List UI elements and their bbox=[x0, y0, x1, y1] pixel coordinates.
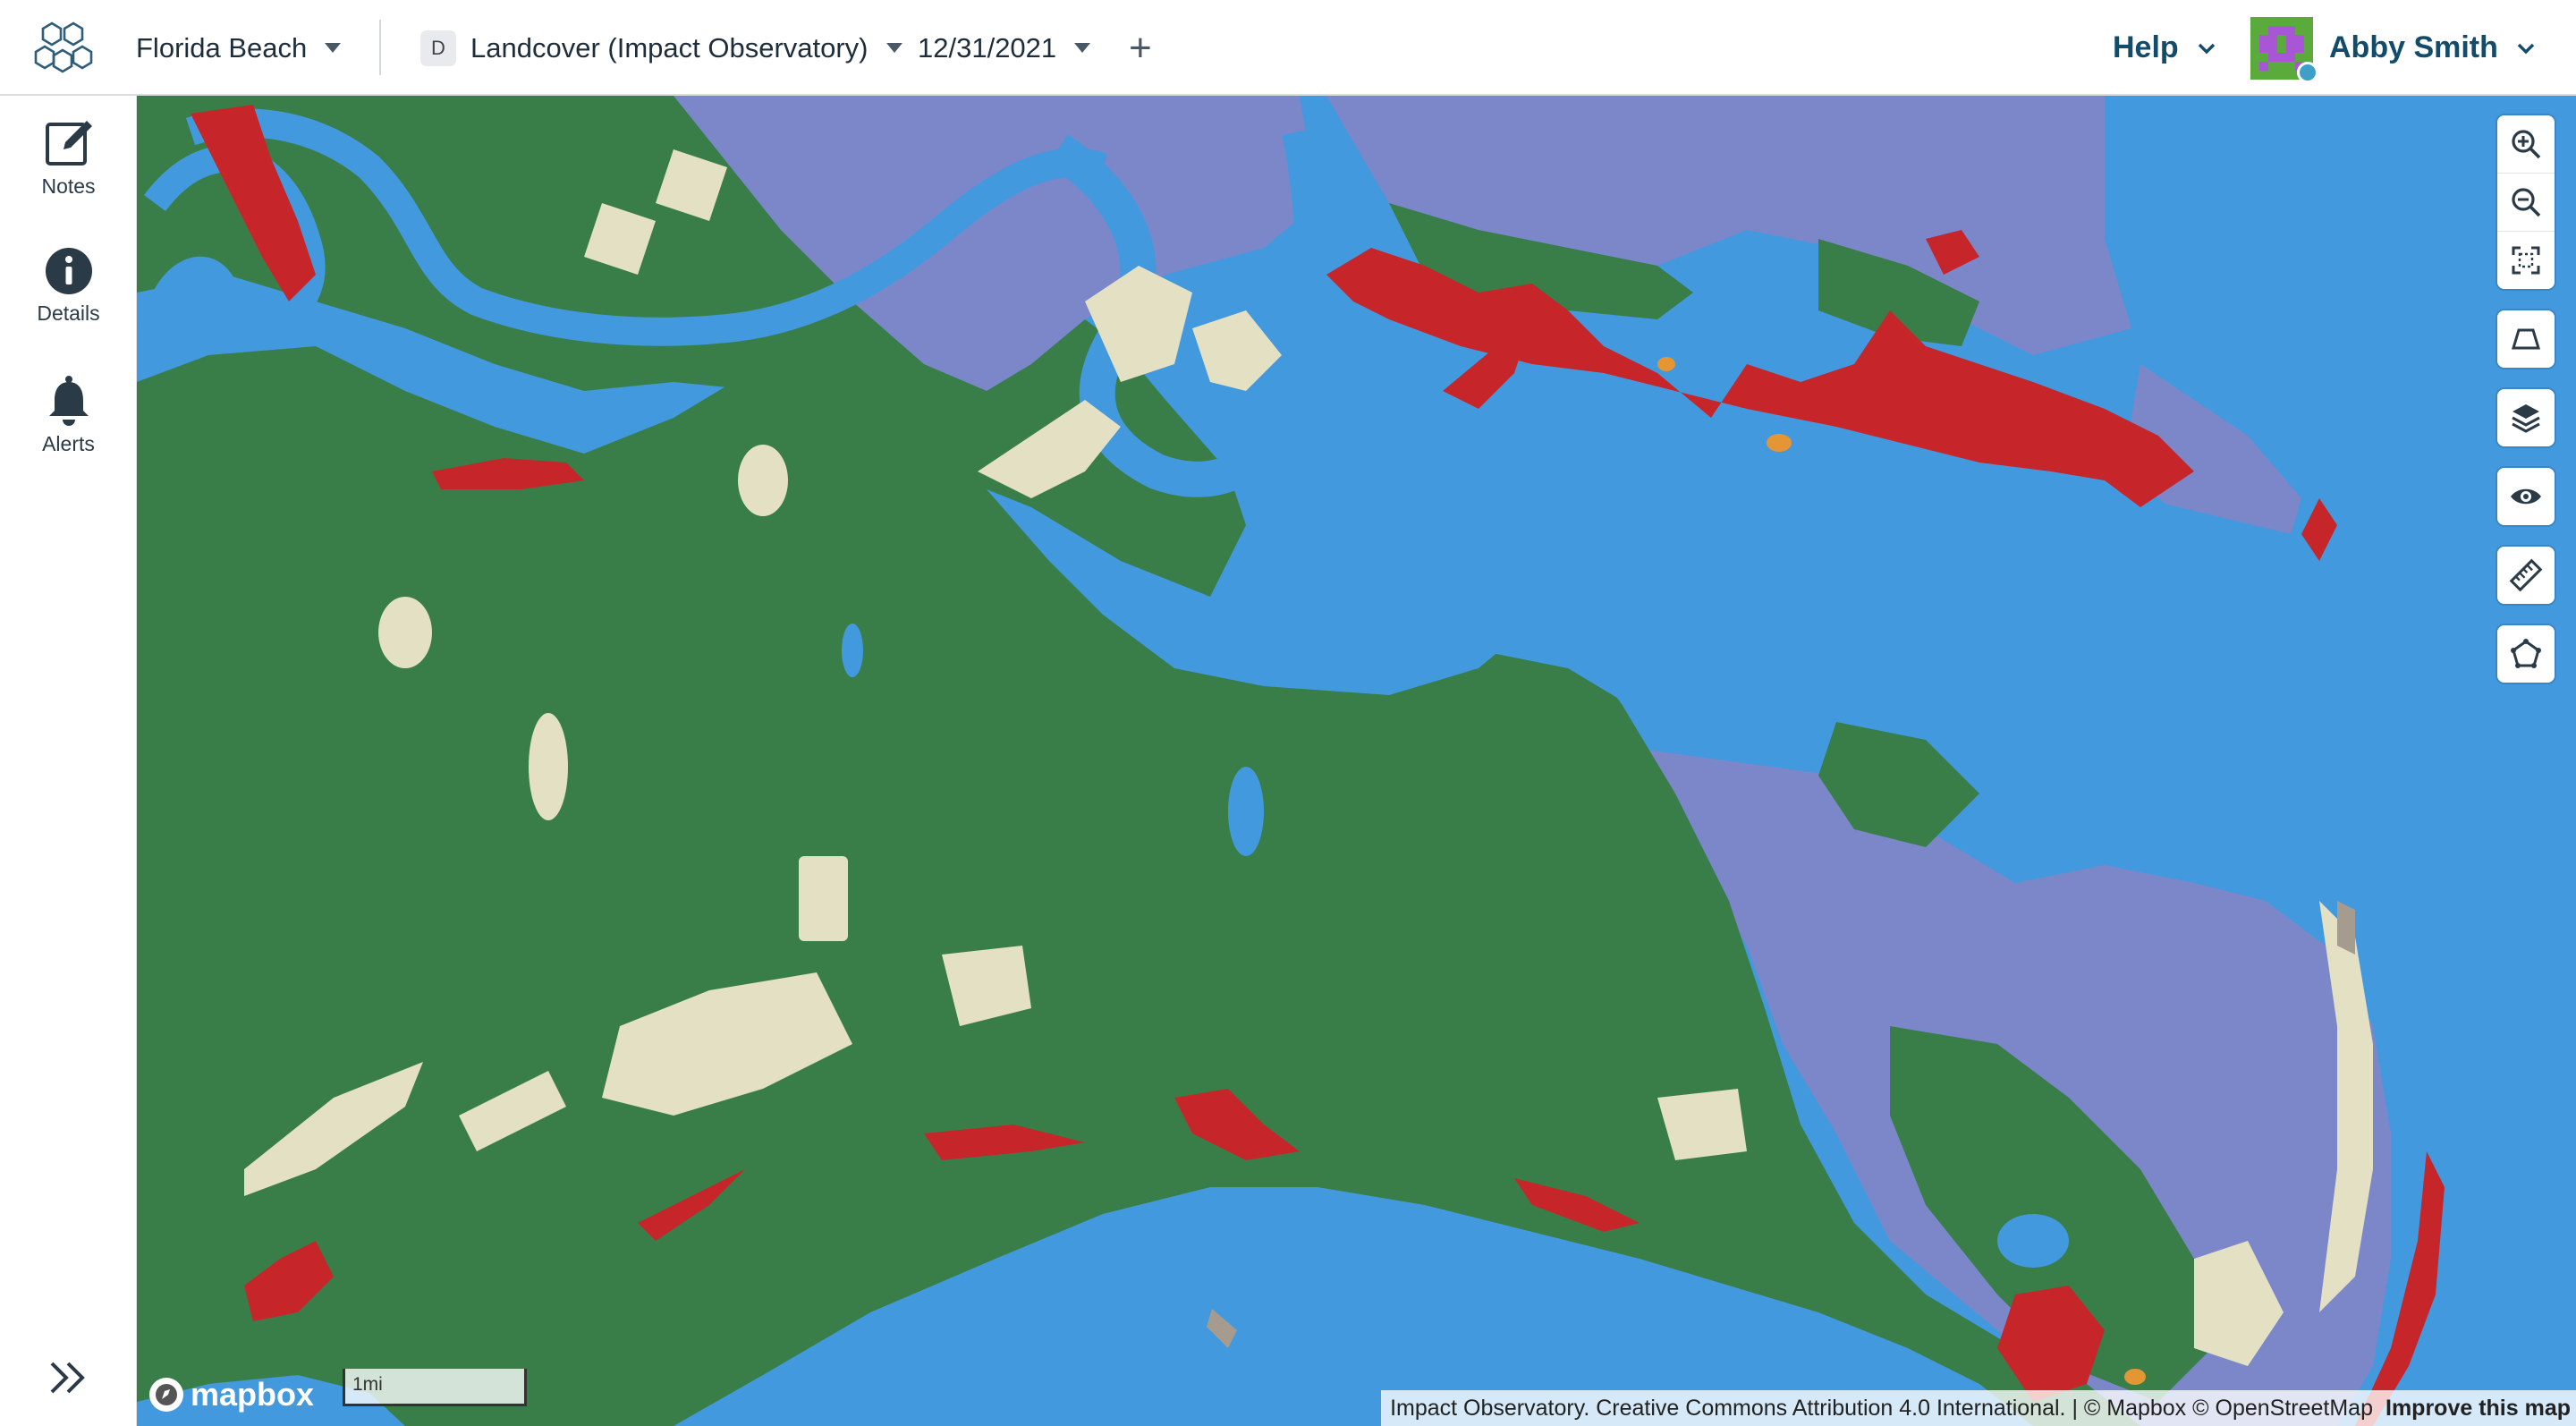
mapbox-logo[interactable]: mapbox bbox=[149, 1376, 314, 1413]
improve-map-link[interactable]: Improve this map bbox=[2385, 1396, 2571, 1422]
avatar bbox=[2250, 16, 2318, 83]
measure-button[interactable] bbox=[2497, 547, 2555, 604]
layers-control bbox=[2497, 389, 2555, 446]
caret-down-icon bbox=[1074, 43, 1091, 53]
online-status-dot bbox=[2297, 61, 2318, 83]
help-menu[interactable]: Help bbox=[2113, 0, 2218, 96]
dataset-selector[interactable]: D Landcover (Impact Observatory) bbox=[420, 0, 902, 96]
perspective-icon bbox=[2511, 328, 2541, 350]
help-label: Help bbox=[2113, 30, 2179, 64]
zoom-out-button[interactable] bbox=[2497, 174, 2555, 232]
left-sidebar: Notes Details Alerts bbox=[0, 96, 137, 1426]
bell-icon bbox=[48, 376, 89, 426]
date-value: 12/31/2021 bbox=[918, 31, 1057, 64]
divider bbox=[379, 20, 381, 75]
perspective-button[interactable] bbox=[2497, 310, 2555, 368]
user-name: Abby Smith bbox=[2329, 30, 2498, 64]
zoom-in-button[interactable] bbox=[2497, 115, 2555, 174]
project-selector[interactable]: Florida Beach bbox=[136, 0, 342, 96]
date-selector[interactable]: 12/31/2021 bbox=[918, 0, 1091, 96]
mapbox-wordmark: mapbox bbox=[191, 1376, 315, 1413]
sidebar-item-label: Alerts bbox=[42, 432, 95, 455]
landcover-layer bbox=[137, 96, 2576, 1426]
layers-button[interactable] bbox=[2497, 389, 2555, 446]
layers-icon bbox=[2512, 404, 2540, 433]
visibility-button[interactable] bbox=[2497, 468, 2555, 525]
dataset-name: Landcover (Impact Observatory) bbox=[470, 31, 869, 64]
draw-control bbox=[2497, 625, 2555, 683]
map-canvas[interactable]: mapbox 1mi Impact Observatory. Creative … bbox=[137, 96, 2576, 1426]
zoom-out-icon bbox=[2512, 188, 2541, 217]
plus-icon: + bbox=[1129, 25, 1152, 70]
chevron-down-icon bbox=[2198, 43, 2215, 54]
scale-bar: 1mi bbox=[343, 1369, 527, 1406]
eye-icon bbox=[2511, 488, 2541, 505]
zoom-controls bbox=[2497, 115, 2555, 289]
caret-down-icon bbox=[325, 43, 342, 53]
perspective-control bbox=[2497, 310, 2555, 368]
project-name: Florida Beach bbox=[136, 31, 308, 64]
attribution: Impact Observatory. Creative Commons Att… bbox=[1381, 1390, 2576, 1426]
mapbox-icon bbox=[149, 1378, 183, 1412]
ruler-icon bbox=[2509, 558, 2543, 592]
edit-icon bbox=[45, 121, 92, 166]
fit-bounds-icon bbox=[2512, 246, 2540, 275]
scale-label: 1mi bbox=[352, 1374, 383, 1395]
sidebar-item-alerts[interactable]: Alerts bbox=[0, 375, 137, 456]
measure-control bbox=[2497, 547, 2555, 604]
app-logo-icon[interactable] bbox=[34, 20, 100, 77]
double-chevron-right-icon[interactable] bbox=[47, 1358, 91, 1397]
add-layer-button[interactable]: + bbox=[1129, 0, 1152, 96]
user-menu[interactable]: Abby Smith bbox=[2250, 0, 2538, 96]
sidebar-item-details[interactable]: Details bbox=[0, 246, 137, 326]
top-bar: Florida Beach D Landcover (Impact Observ… bbox=[0, 0, 2576, 96]
attribution-text: Impact Observatory. Creative Commons Att… bbox=[1390, 1395, 2373, 1421]
sidebar-item-label: Details bbox=[37, 301, 100, 325]
visibility-control bbox=[2497, 468, 2555, 525]
sidebar-item-notes[interactable]: Notes bbox=[0, 115, 137, 199]
polygon-draw-icon bbox=[2511, 639, 2541, 668]
fit-bounds-button[interactable] bbox=[2497, 232, 2555, 289]
chevron-down-icon bbox=[2517, 43, 2535, 54]
map-controls bbox=[2497, 115, 2555, 704]
draw-polygon-button[interactable] bbox=[2497, 625, 2555, 683]
sidebar-item-label: Notes bbox=[41, 174, 96, 198]
info-icon bbox=[45, 248, 92, 294]
zoom-in-icon bbox=[2512, 130, 2541, 159]
dataset-badge: D bbox=[420, 30, 456, 66]
caret-down-icon bbox=[886, 43, 902, 53]
